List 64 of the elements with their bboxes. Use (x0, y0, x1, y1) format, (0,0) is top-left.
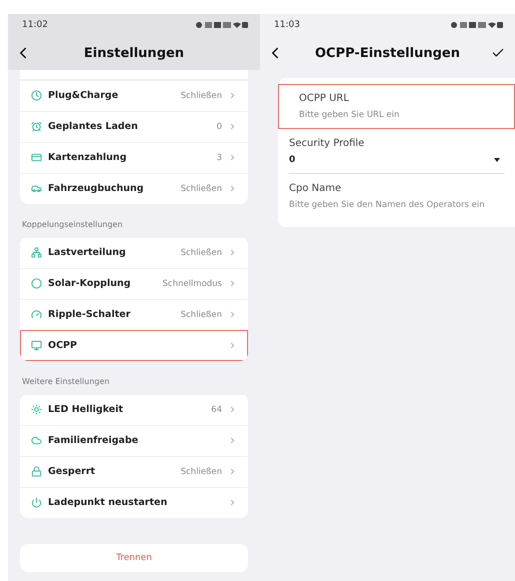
screen-title: Einstellungen (82, 46, 186, 60)
setting-icon (31, 309, 42, 320)
chevron-icon (228, 310, 237, 319)
setting-label: Gesperrt (48, 466, 96, 477)
setting-value: Schließen (180, 90, 222, 100)
setting-label: Solar-Kopplung (48, 278, 132, 289)
setting-icon (31, 90, 42, 101)
setting-label: Kartenzahlung (48, 152, 128, 163)
setting-icon (31, 404, 42, 415)
setting-value: 64 (211, 404, 222, 414)
chevron-icon (228, 467, 237, 476)
setting-label: LED Helligkeit (48, 404, 124, 415)
chevron-icon (228, 184, 237, 193)
status-icons (451, 21, 503, 29)
chevron-icon (228, 122, 237, 131)
chevron-icon (228, 153, 237, 162)
settings-row[interactable]: Fahrzeugbuchung Schließen (20, 173, 248, 204)
settings-row[interactable]: Ladepunkt neustarten (20, 487, 248, 518)
chevron-icon (228, 248, 237, 257)
setting-icon (31, 183, 42, 194)
setting-value: Schnellmodus (162, 278, 222, 288)
setting-icon (31, 497, 42, 508)
chevron-icon (228, 405, 237, 414)
disconnect-button[interactable]: Trennen (20, 544, 248, 572)
screen-title: OCPP-Einstellungen (314, 46, 461, 60)
setting-icon (31, 247, 42, 258)
status-time: 11:02 (22, 20, 48, 30)
status-icons (196, 21, 248, 29)
input-field[interactable]: Bitte geben Sie URL ein (299, 110, 494, 120)
setting-label: Geplantes Laden (48, 121, 139, 132)
field-label: OCPP URL (299, 93, 350, 104)
setting-value: Schließen (180, 248, 222, 258)
section-heading: Weitere Einstellungen (21, 376, 110, 388)
section-heading: Koppelungseinstellungen (21, 219, 124, 231)
setting-label: Fahrzeugbuchung (48, 183, 145, 194)
setting-label: Familienfreigabe (48, 435, 140, 446)
setting-value: Schließen (180, 466, 222, 476)
status-time: 11:03 (274, 20, 300, 30)
chevron-icon (228, 341, 237, 350)
setting-icon (31, 278, 42, 289)
setting-icon (31, 121, 42, 132)
setting-value: 3 (216, 152, 222, 162)
chevron-icon (228, 436, 237, 445)
setting-icon (31, 152, 42, 163)
dropdown-caret-icon (494, 158, 500, 162)
setting-icon (31, 435, 42, 446)
setting-label: Ripple-Schalter (48, 309, 132, 320)
setting-label: Plug&Charge (48, 90, 120, 101)
field-label: Security Profile (289, 138, 366, 149)
setting-icon (31, 340, 42, 351)
field-label: Cpo Name (289, 183, 342, 194)
setting-icon (31, 466, 42, 477)
setting-value: Schließen (180, 184, 222, 194)
chevron-icon (228, 91, 237, 100)
setting-label: Lastverteilung (48, 247, 127, 258)
select-field[interactable]: 0 (289, 155, 504, 165)
setting-value: Schließen (180, 310, 222, 320)
setting-value: 0 (216, 122, 222, 132)
chevron-icon (228, 279, 237, 288)
setting-label: OCPP (48, 340, 78, 351)
input-field[interactable]: Bitte geben Sie den Namen des Operators ein (289, 200, 504, 210)
settings-row[interactable]: OCPP (20, 330, 248, 361)
chevron-icon (228, 498, 237, 507)
setting-label: Ladepunkt neustarten (48, 497, 168, 508)
